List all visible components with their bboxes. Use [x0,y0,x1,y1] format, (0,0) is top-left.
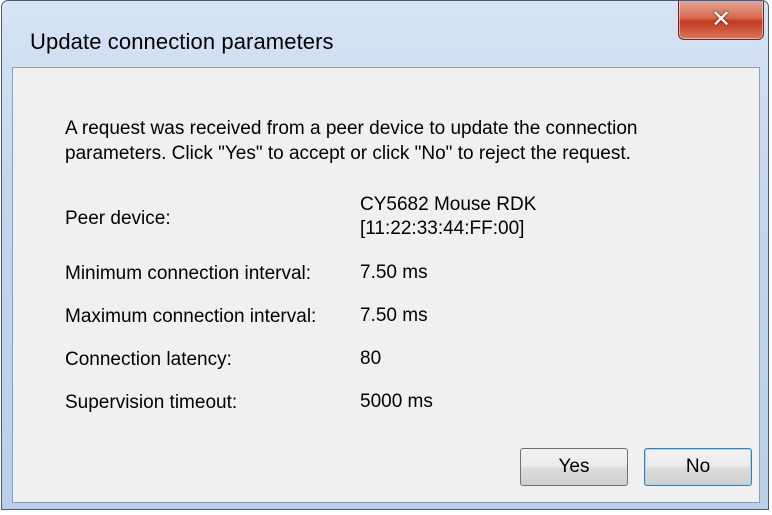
peer-device-label: Peer device: [65,208,171,229]
max-interval-label: Maximum connection interval: [65,306,317,327]
latency-label: Connection latency: [65,349,232,370]
peer-device-name: CY5682 Mouse RDK [360,194,537,215]
no-button[interactable]: No [644,448,752,486]
request-message-line-1: A request was received from a peer devic… [65,118,638,139]
min-interval-value: 7.50 ms [360,262,428,283]
max-interval-value: 7.50 ms [360,305,428,326]
request-message-line-2: parameters. Click "Yes" to accept or cli… [65,143,631,164]
dialog-window: Update connection parameters ✕ A request… [1,0,769,510]
dialog-body: A request was received from a peer devic… [12,67,760,503]
close-icon: ✕ [710,5,732,33]
latency-value: 80 [360,348,382,369]
title-bar[interactable]: Update connection parameters ✕ [2,1,768,67]
close-button[interactable]: ✕ [678,1,764,40]
dialog-title: Update connection parameters [30,29,334,54]
timeout-value: 5000 ms [360,391,433,412]
min-interval-label: Minimum connection interval: [65,263,312,284]
peer-device-address: [11:22:33:44:FF:00] [360,218,525,239]
timeout-label: Supervision timeout: [65,392,238,413]
yes-button[interactable]: Yes [520,448,628,486]
peer-device-value: CY5682 Mouse RDK [11:22:33:44:FF:00] [360,193,536,241]
request-message: A request was received from a peer devic… [65,116,745,166]
